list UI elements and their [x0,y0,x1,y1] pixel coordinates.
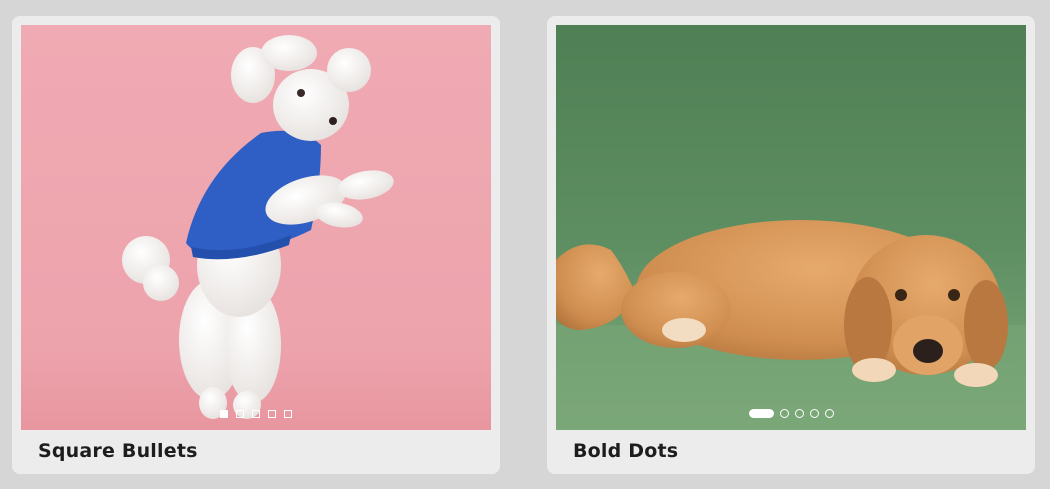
carousel-bullets [556,409,1026,418]
card-title: Square Bullets [38,440,198,462]
slide-dot-3[interactable] [794,409,804,418]
carousel-slide-image[interactable] [556,25,1026,430]
slide-bullet-3[interactable] [252,410,260,418]
slide-dot-4[interactable] [809,409,819,418]
slide-bullet-4[interactable] [268,410,276,418]
slide-bullet-1[interactable] [220,410,228,418]
poodle-photo [21,25,491,430]
carousel-card: Bold Dots [547,16,1035,474]
slide-dot-1[interactable] [748,409,774,418]
slide-bullet-2[interactable] [236,410,244,418]
slide-dot-5[interactable] [824,409,834,418]
card-title: Bold Dots [573,440,679,462]
carousel-bullets [21,410,491,418]
golden-retriever-photo [556,25,1026,430]
slide-dot-2[interactable] [779,409,789,418]
carousel-slide-image[interactable] [21,25,491,430]
slide-bullet-5[interactable] [284,410,292,418]
carousel-card: Square Bullets [12,16,500,474]
